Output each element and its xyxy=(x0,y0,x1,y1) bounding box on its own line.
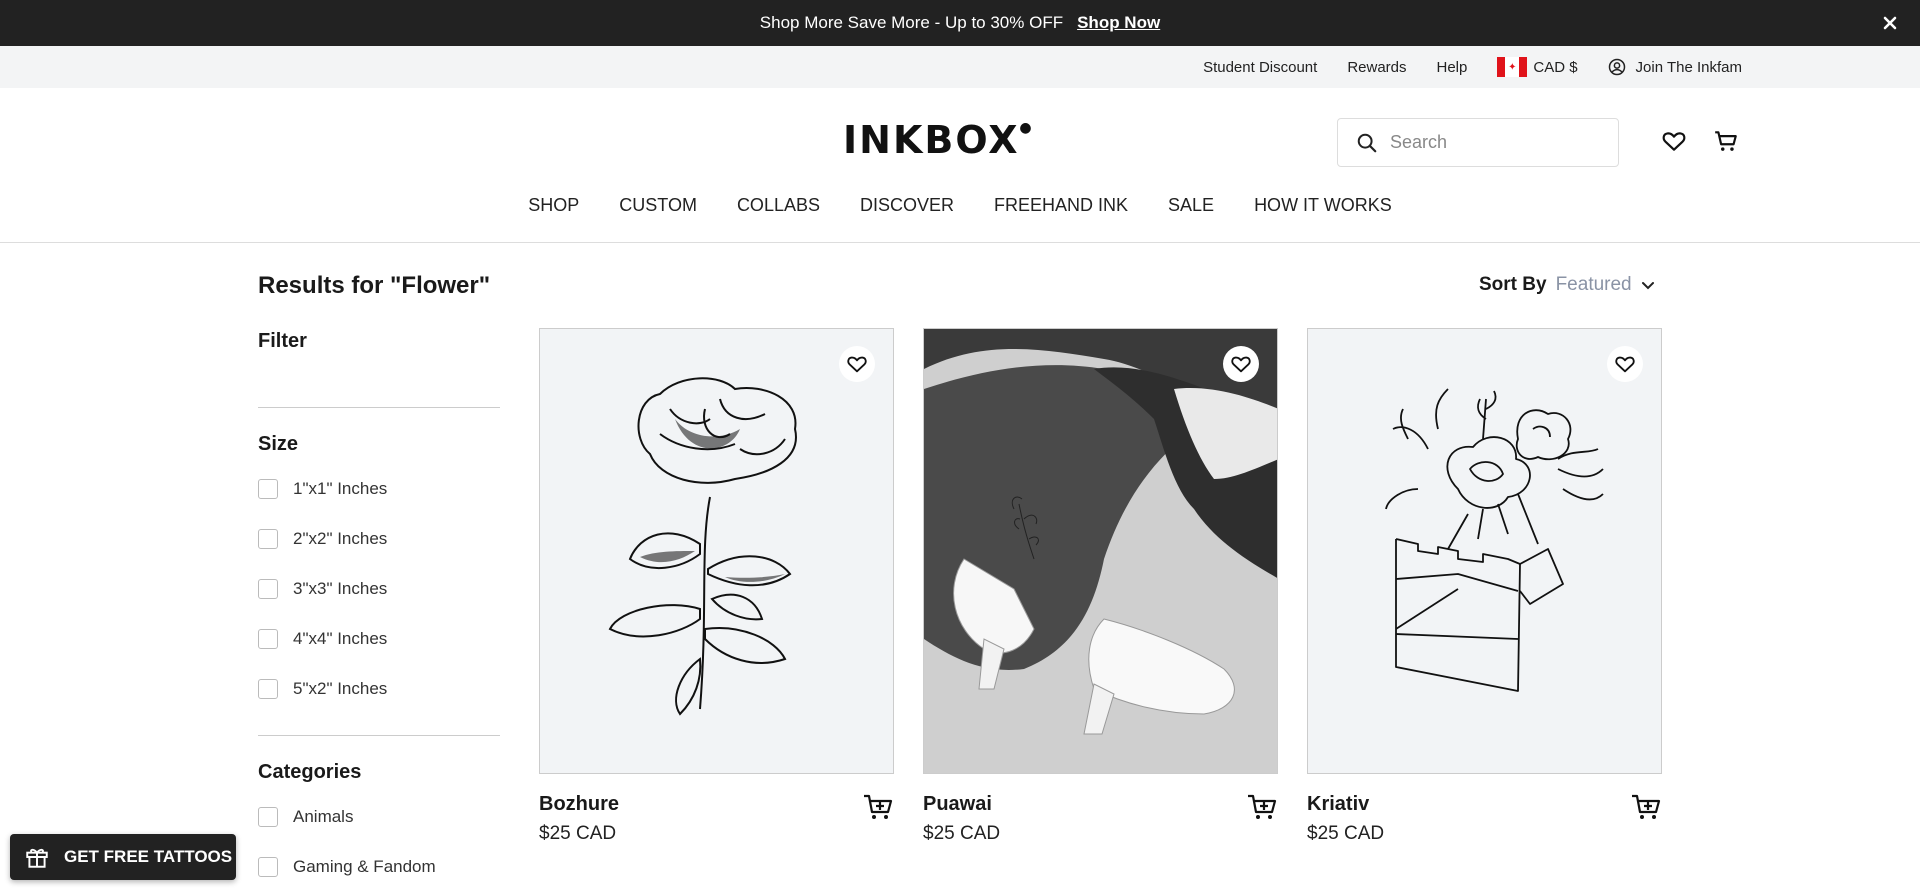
promo-bar: Shop More Save More - Up to 30% OFF Shop… xyxy=(0,0,1920,46)
product-name[interactable]: Bozhure xyxy=(539,793,619,816)
peony-flower-image xyxy=(608,377,797,716)
sort-value: Featured xyxy=(1555,274,1632,295)
nav-freehand-ink[interactable]: FREEHAND INK xyxy=(994,195,1128,216)
results-title: Results for "Flower" xyxy=(258,272,491,299)
flower-box-image xyxy=(1385,388,1604,692)
search-icon xyxy=(1357,133,1377,152)
divider xyxy=(258,407,500,408)
product-card: Puawai $25 CAD xyxy=(923,328,1278,844)
product-image[interactable] xyxy=(1307,328,1662,774)
favorite-button[interactable] xyxy=(1607,346,1643,382)
heart-icon xyxy=(1615,356,1635,373)
student-discount-link[interactable]: Student Discount xyxy=(1203,59,1317,76)
size-label: 2"x2" Inches xyxy=(293,529,388,548)
product-price: $25 CAD xyxy=(539,823,617,844)
join-label: Join The Inkfam xyxy=(1635,58,1742,76)
canada-flag-icon: ✦ xyxy=(1497,57,1528,77)
chevron-down-icon xyxy=(1641,282,1654,290)
category-label: Animals xyxy=(293,807,354,826)
utility-bar: Student Discount Rewards Help ✦ CAD $ Jo… xyxy=(0,46,1920,88)
sort-dropdown[interactable]: Sort By Featured xyxy=(1479,274,1656,296)
cart-icon[interactable] xyxy=(1713,128,1739,154)
gift-icon xyxy=(26,848,48,868)
nav-discover[interactable]: DISCOVER xyxy=(860,195,954,216)
size-option[interactable]: 1"x1" Inches xyxy=(258,464,500,514)
product-name[interactable]: Puawai xyxy=(923,793,992,816)
categories-heading: Categories xyxy=(258,761,362,783)
favorite-button[interactable] xyxy=(839,346,875,382)
user-icon xyxy=(1608,58,1625,76)
size-option[interactable]: 5"x2" Inches xyxy=(258,664,500,714)
rewards-link[interactable]: Rewards xyxy=(1347,59,1406,76)
logo-text: INKBOX xyxy=(843,118,1020,162)
sort-label: Sort By xyxy=(1479,274,1547,295)
leg-tattoo-photo xyxy=(924,329,1277,773)
join-inkfam-link[interactable]: Join The Inkfam xyxy=(1608,58,1742,76)
size-label: 5"x2" Inches xyxy=(293,679,388,698)
get-free-tattoos-button[interactable]: GET FREE TATTOOS xyxy=(10,834,236,880)
category-option[interactable]: Gaming & Fandom xyxy=(258,842,500,888)
category-option[interactable]: Animals xyxy=(258,792,500,842)
site-header: INKBOX● SHOP CUSTOM COLLABS DISCOVER FRE… xyxy=(0,88,1920,243)
free-tattoos-label: GET FREE TATTOOS xyxy=(64,847,233,866)
ink-drop-icon: ● xyxy=(1019,120,1034,136)
checkbox[interactable] xyxy=(258,679,278,699)
search-box[interactable] xyxy=(1337,118,1619,167)
size-option[interactable]: 2"x2" Inches xyxy=(258,514,500,564)
filter-sidebar: Filter Size 1"x1" Inches 2"x2" Inches 3"… xyxy=(258,330,500,888)
checkbox[interactable] xyxy=(258,629,278,649)
size-option[interactable]: 4"x4" Inches xyxy=(258,614,500,664)
wishlist-heart-icon[interactable] xyxy=(1661,128,1687,154)
checkbox[interactable] xyxy=(258,857,278,877)
size-option[interactable]: 3"x3" Inches xyxy=(258,564,500,614)
size-heading: Size xyxy=(258,433,299,455)
divider xyxy=(258,735,500,736)
close-icon[interactable] xyxy=(1878,11,1902,35)
product-card: Kriativ $25 CAD xyxy=(1307,328,1662,844)
product-name[interactable]: Kriativ xyxy=(1307,793,1369,816)
help-link[interactable]: Help xyxy=(1437,59,1468,76)
category-label: Gaming & Fandom xyxy=(293,857,436,876)
nav-how-it-works[interactable]: HOW IT WORKS xyxy=(1254,195,1392,216)
size-label: 3"x3" Inches xyxy=(293,579,388,598)
currency-label: CAD $ xyxy=(1533,58,1578,76)
checkbox[interactable] xyxy=(258,807,278,827)
filter-heading: Filter xyxy=(258,330,307,352)
shop-now-link[interactable]: Shop Now xyxy=(1077,13,1160,33)
add-to-cart-icon[interactable] xyxy=(1630,791,1662,823)
checkbox[interactable] xyxy=(258,479,278,499)
product-price: $25 CAD xyxy=(923,823,1001,844)
currency-selector[interactable]: ✦ CAD $ xyxy=(1497,57,1578,77)
add-to-cart-icon[interactable] xyxy=(1246,791,1278,823)
favorite-button[interactable] xyxy=(1223,346,1259,382)
inkbox-logo[interactable]: INKBOX ● xyxy=(843,118,1032,162)
nav-custom[interactable]: CUSTOM xyxy=(619,195,697,216)
search-input[interactable] xyxy=(1390,132,1590,153)
add-to-cart-icon[interactable] xyxy=(862,791,894,823)
product-price: $25 CAD xyxy=(1307,823,1385,844)
heart-icon xyxy=(847,356,867,373)
size-label: 4"x4" Inches xyxy=(293,629,388,648)
nav-sale[interactable]: SALE xyxy=(1168,195,1214,216)
promo-text: Shop More Save More - Up to 30% OFF xyxy=(759,13,1064,32)
size-label: 1"x1" Inches xyxy=(293,479,388,498)
product-image[interactable] xyxy=(539,328,894,774)
product-image[interactable] xyxy=(923,328,1278,774)
nav-shop[interactable]: SHOP xyxy=(528,195,579,216)
product-card: Bozhure $25 CAD xyxy=(539,328,894,844)
heart-icon xyxy=(1231,356,1251,373)
main-nav: SHOP CUSTOM COLLABS DISCOVER FREEHAND IN… xyxy=(0,195,1920,216)
checkbox[interactable] xyxy=(258,579,278,599)
checkbox[interactable] xyxy=(258,529,278,549)
nav-collabs[interactable]: COLLABS xyxy=(737,195,820,216)
